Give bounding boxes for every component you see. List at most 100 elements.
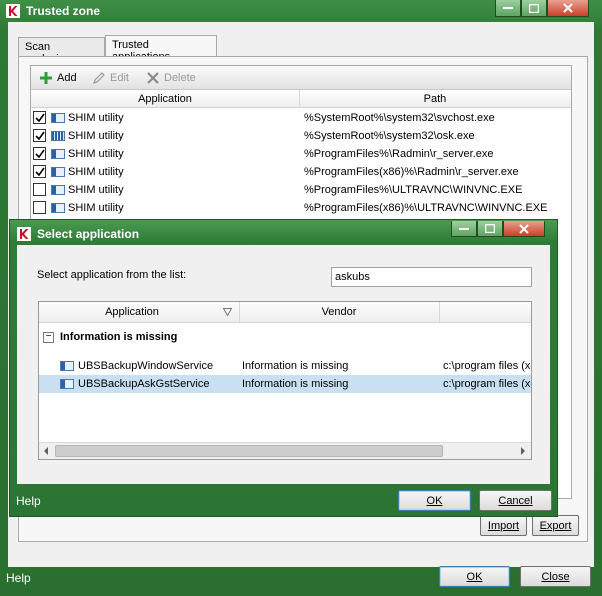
row-checkbox[interactable]	[33, 183, 46, 196]
list-item-selected[interactable]: UBSBackupAskGstService Information is mi…	[39, 375, 531, 393]
column-vendor[interactable]: Vendor	[240, 306, 438, 318]
delete-label: Delete	[164, 72, 196, 84]
app-path: %ProgramFiles%\ULTRAVNC\WINVNC.EXE	[304, 184, 523, 196]
row-checkbox[interactable]	[33, 165, 46, 178]
close-label: Close	[541, 570, 570, 583]
app-name: SHIM utility	[68, 112, 124, 124]
dialog-maximize-button[interactable]	[477, 221, 503, 237]
maximize-icon	[485, 224, 495, 233]
scroll-left-arrow-icon[interactable]	[43, 447, 49, 455]
list-header: Application Vendor	[39, 302, 531, 323]
minimize-icon	[503, 7, 513, 9]
row-checkbox[interactable]	[33, 111, 46, 124]
app-window-icon	[51, 203, 65, 213]
checkmark-icon	[34, 113, 45, 122]
dialog-ok-button[interactable]: OK	[398, 490, 471, 511]
checkmark-icon	[34, 149, 45, 158]
app-vendor: Information is missing	[242, 360, 349, 372]
dialog-cancel-button[interactable]: Cancel	[479, 490, 552, 511]
import-button[interactable]: Import	[480, 515, 527, 536]
table-row[interactable]: SHIM utility %ProgramFiles(x86)%\ULTRAVN…	[31, 199, 571, 217]
app-path: c:\program files (x8	[443, 360, 531, 372]
column-header: Application Path	[31, 90, 571, 108]
edit-label: Edit	[110, 72, 129, 84]
close-icon	[519, 223, 529, 234]
export-button[interactable]: Export	[532, 515, 579, 536]
list-item[interactable]: UBSBackupWindowService Information is mi…	[39, 357, 531, 375]
column-application[interactable]: Application	[39, 306, 225, 318]
tab-scan-exclusions[interactable]: Scan exclusions	[18, 37, 105, 65]
close-icon	[563, 3, 573, 13]
app-name: UBSBackupAskGstService	[78, 378, 210, 390]
search-value: askubs	[335, 271, 370, 283]
app-name: SHIM utility	[68, 130, 124, 142]
delete-button[interactable]: Delete	[146, 70, 196, 86]
maximize-button[interactable]	[521, 0, 547, 17]
dialog-title: Select application	[37, 227, 140, 241]
application-list: Application Vendor − Information is miss…	[38, 301, 532, 460]
close-button[interactable]: Close	[520, 566, 591, 587]
search-input[interactable]: askubs	[331, 267, 532, 287]
help-link[interactable]: Help	[6, 571, 31, 585]
window-title: Trusted zone	[26, 4, 101, 18]
column-application[interactable]: Application	[31, 93, 299, 105]
edit-button[interactable]: Edit	[92, 70, 129, 86]
collapse-minus-icon: −	[45, 331, 52, 342]
app-window-icon	[51, 149, 65, 159]
app-path: %SystemRoot%\system32\svchost.exe	[304, 112, 495, 124]
scrollbar-thumb[interactable]	[55, 445, 443, 457]
sort-descending-icon	[223, 308, 232, 316]
dialog-minimize-button[interactable]	[451, 221, 477, 237]
ok-label: OK	[426, 494, 443, 507]
close-window-button[interactable]	[547, 0, 589, 17]
app-window-icon	[60, 379, 74, 389]
app-name: UBSBackupWindowService	[78, 360, 214, 372]
keyboard-app-icon	[51, 131, 65, 141]
app-name: SHIM utility	[68, 184, 124, 196]
app-vendor: Information is missing	[242, 378, 349, 390]
table-row[interactable]: SHIM utility %ProgramFiles%\Radmin\r_ser…	[31, 145, 571, 163]
add-button[interactable]: Add	[39, 70, 77, 86]
app-path: %ProgramFiles%\Radmin\r_server.exe	[304, 148, 494, 160]
table-row[interactable]: SHIM utility %SystemRoot%\system32\svcho…	[31, 109, 571, 127]
app-name: SHIM utility	[68, 202, 124, 214]
table-row[interactable]: SHIM utility %SystemRoot%\system32\osk.e…	[31, 127, 571, 145]
plus-icon	[40, 72, 52, 84]
horizontal-scrollbar[interactable]	[39, 442, 531, 459]
toolbar: Add Edit Delete	[31, 66, 571, 90]
column-path[interactable]	[440, 302, 531, 322]
scroll-right-arrow-icon[interactable]	[520, 447, 526, 455]
minimize-icon	[459, 227, 469, 230]
app-path: %ProgramFiles(x86)%\ULTRAVNC\WINVNC.EXE	[304, 202, 548, 214]
minimize-button[interactable]	[495, 0, 521, 17]
collapse-toggle[interactable]: −	[43, 332, 54, 343]
cancel-label: Cancel	[498, 494, 533, 507]
select-application-dialog: Select application Select application fr…	[9, 219, 558, 517]
app-window-icon	[60, 361, 74, 371]
dialog-client-area: Select application from the list: askubs…	[17, 245, 550, 484]
dialog-close-window-button[interactable]	[503, 221, 545, 237]
app-window-icon	[51, 185, 65, 195]
row-checkbox[interactable]	[33, 129, 46, 142]
delete-x-icon	[147, 72, 159, 84]
table-row[interactable]: SHIM utility %ProgramFiles(x86)%\Radmin\…	[31, 163, 571, 181]
app-window-icon	[51, 167, 65, 177]
group-header[interactable]: − Information is missing	[39, 323, 531, 351]
row-checkbox[interactable]	[33, 147, 46, 160]
kaspersky-logo-icon	[17, 227, 31, 241]
group-label: Information is missing	[60, 331, 178, 343]
ok-label: OK	[466, 570, 483, 583]
add-label: Add	[57, 72, 77, 84]
app-path: %SystemRoot%\system32\osk.exe	[304, 130, 475, 142]
dialog-help-link[interactable]: Help	[16, 494, 41, 508]
row-checkbox[interactable]	[33, 201, 46, 214]
checkmark-icon	[34, 131, 45, 140]
checkmark-icon	[34, 167, 45, 176]
ok-button[interactable]: OK	[439, 566, 510, 587]
table-row[interactable]: SHIM utility %ProgramFiles%\ULTRAVNC\WIN…	[31, 181, 571, 199]
column-path[interactable]: Path	[300, 93, 570, 105]
pencil-icon	[93, 72, 105, 84]
tab-trusted-applications[interactable]: Trusted applications	[105, 35, 217, 63]
import-label: Import	[487, 519, 520, 532]
app-path: c:\program files (x8	[443, 378, 531, 390]
